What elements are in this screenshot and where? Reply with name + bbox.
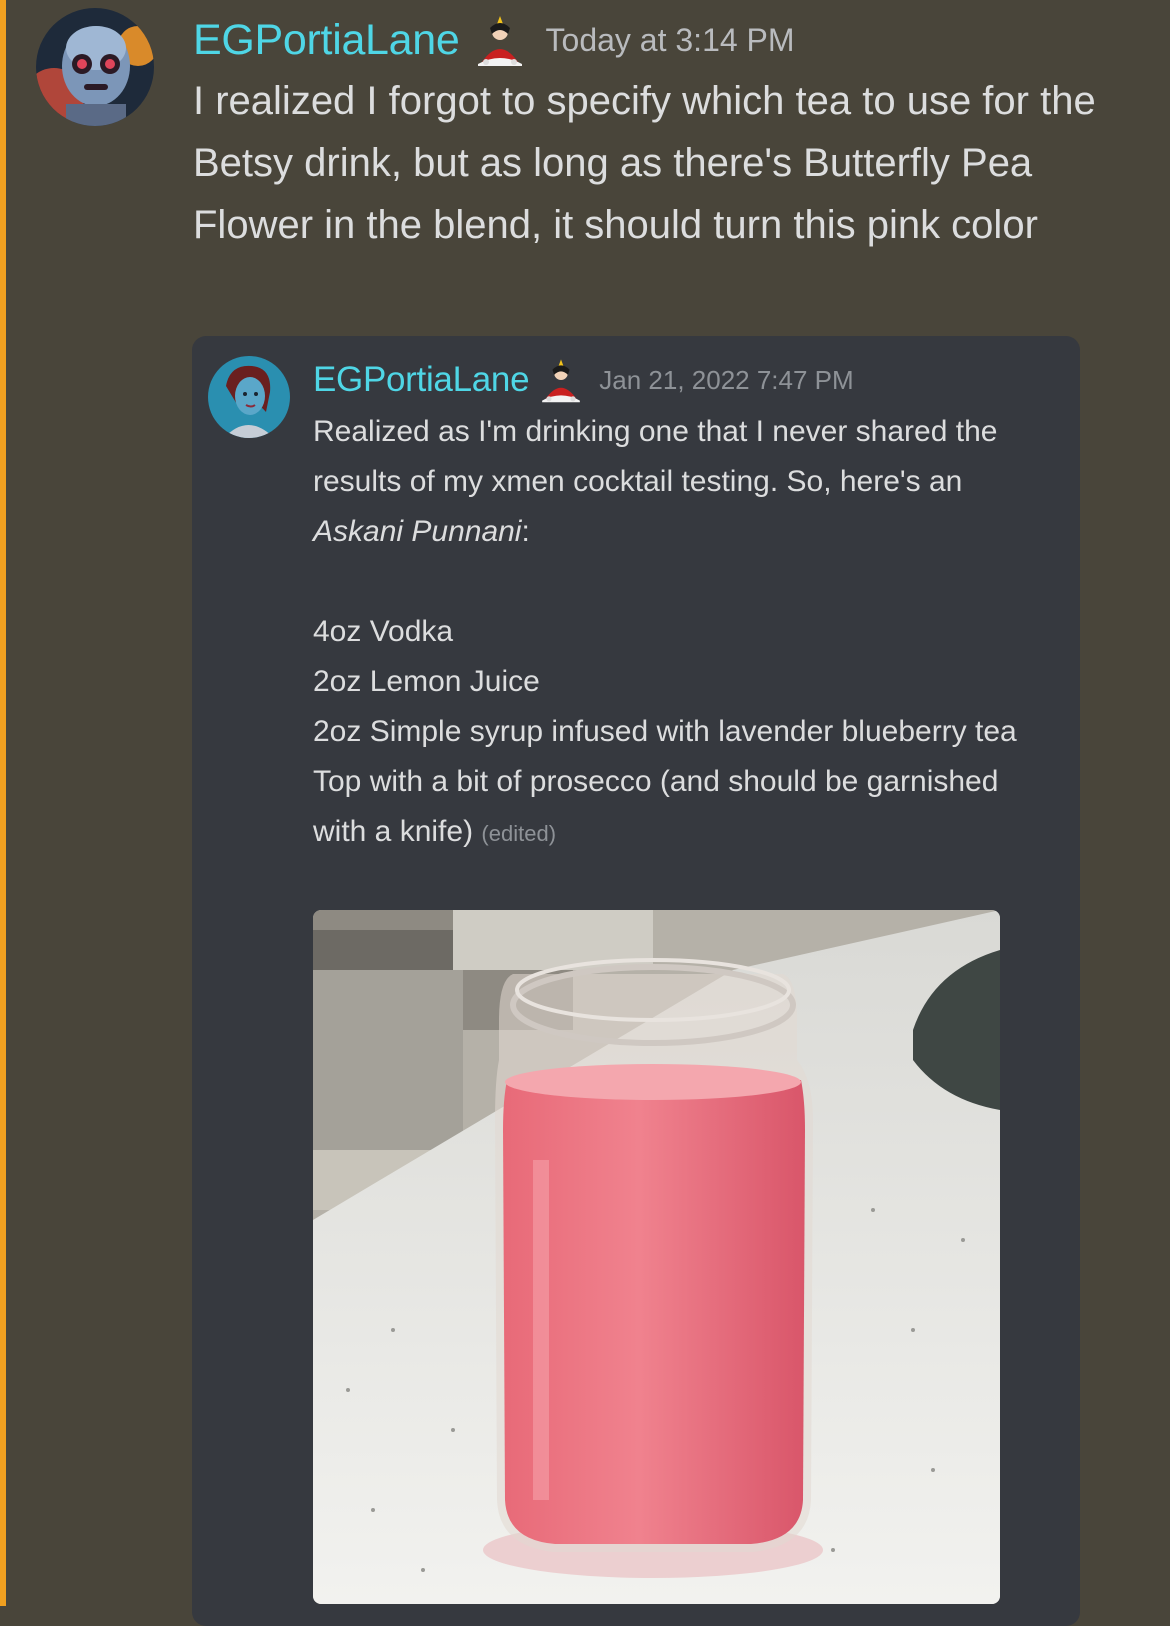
cartoon-character-icon[interactable] [537,356,585,404]
drink-name-suffix: : [521,515,530,548]
ingredient-line: Top with a bit of prosecco (and should b… [313,757,1053,859]
edited-label: (edited) [481,821,557,846]
ingredient-line: 4oz Vodka [313,615,454,648]
message-text: I realized I forgot to specify which tea… [193,79,1096,247]
message-header: EGPortiaLane Today at 3:14 PM [193,10,795,70]
quoted-timestamp: Jan 21, 2022 7:47 PM [599,364,854,395]
pink-drink-jar-photo [313,910,1000,1604]
ingredient-line: 2oz Lemon Juice [313,665,540,698]
left-accent-bar [0,0,6,1606]
quoted-message-header: EGPortiaLane Jan 21, 2022 7:47 PM [313,352,854,408]
quoted-message-embed[interactable]: EGPortiaLane Jan 21, 2022 7:47 PM Realiz… [192,336,1080,1626]
username[interactable]: EGPortiaLane [193,16,460,65]
avatar[interactable] [36,8,154,126]
quoted-intro: Realized as I'm drinking one that I neve… [313,407,1053,557]
quoted-intro-text: Realized as I'm drinking one that I neve… [313,415,998,498]
drink-name: Askani Punnani [313,515,522,548]
cartoon-character-icon[interactable] [472,12,528,68]
ingredient-line: 2oz Simple syrup infused with lavender b… [313,715,1017,748]
avatar[interactable] [208,356,290,438]
ingredient-line-text: Top with a bit of prosecco (and should b… [313,765,999,848]
quoted-username[interactable]: EGPortiaLane [313,360,530,400]
robot-avatar-icon [36,8,154,126]
attached-image[interactable] [313,910,1000,1604]
timestamp: Today at 3:14 PM [545,21,795,58]
quoted-message-text: Realized as I'm drinking one that I neve… [313,407,1053,859]
character-avatar-icon [208,356,290,438]
